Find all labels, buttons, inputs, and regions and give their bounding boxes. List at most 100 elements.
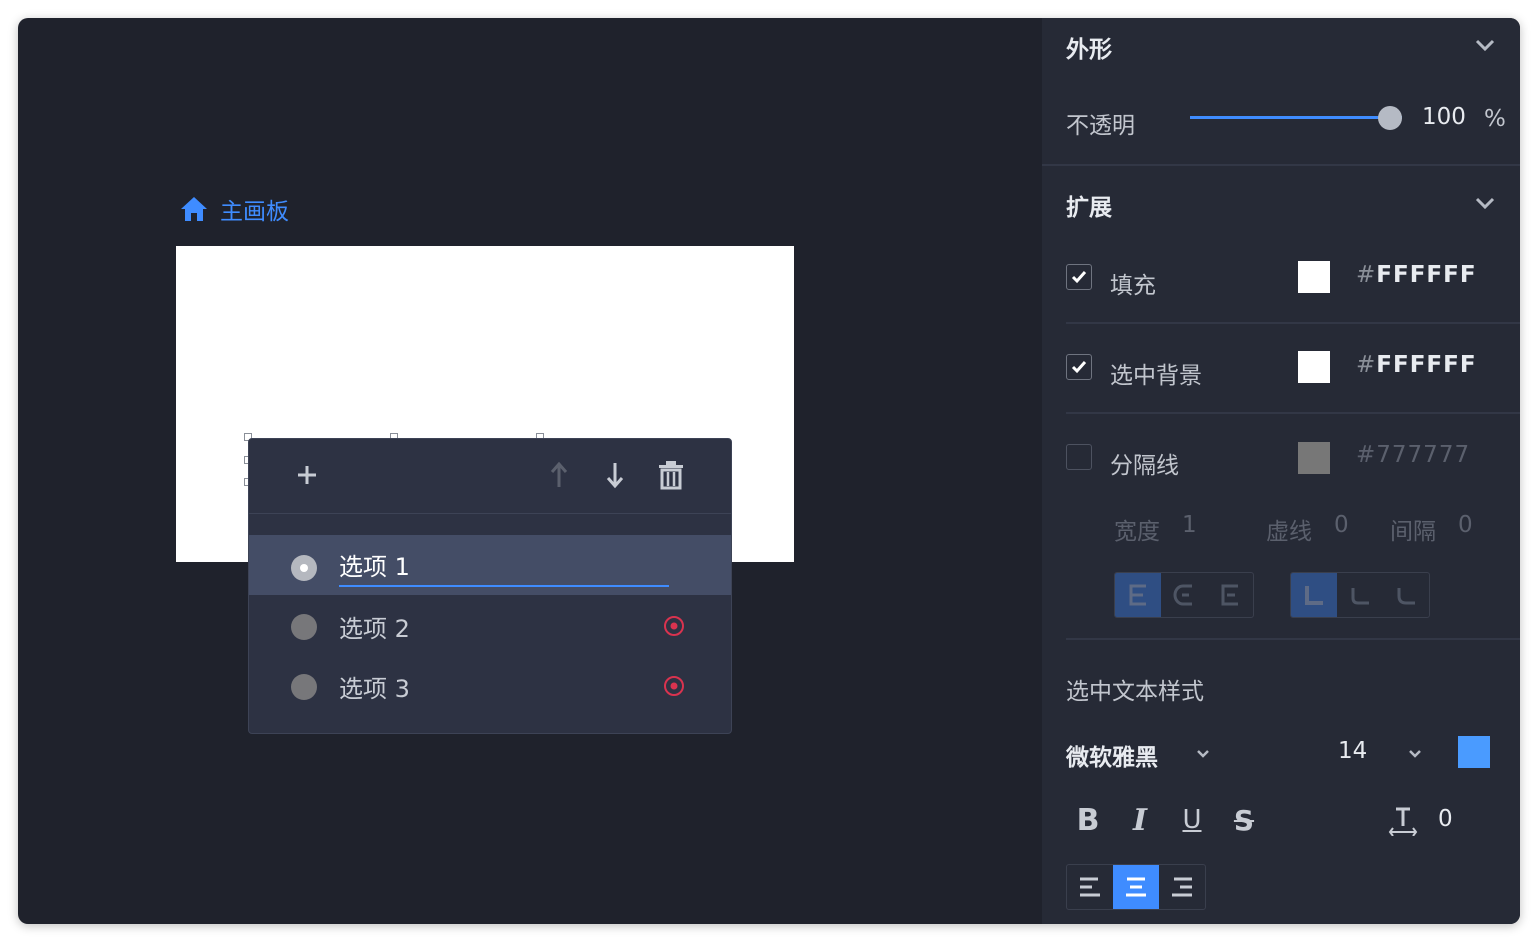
check-icon	[1071, 271, 1087, 284]
hex-hash: #	[1356, 442, 1377, 468]
chevron-down-icon[interactable]	[1196, 749, 1210, 759]
option-row[interactable]: 选项 3	[249, 657, 731, 717]
option-radio[interactable]	[291, 614, 317, 640]
edge-inset-button[interactable]	[1161, 573, 1207, 617]
option-input-underline	[339, 585, 669, 587]
fill-color-value[interactable]: #FFFFFF	[1356, 262, 1477, 288]
option-label[interactable]: 选项 3	[339, 669, 410, 704]
corner-square-button[interactable]	[1291, 573, 1337, 617]
corner-round-button[interactable]	[1337, 573, 1383, 617]
app-window: 主画板 选项 1 选项 2 选项 3 外形 不透明 100 % 扩展 填充 #F…	[18, 18, 1520, 924]
option-label-input[interactable]: 选项 1	[339, 547, 410, 582]
chevron-down-icon[interactable]	[1474, 196, 1496, 210]
text-align-group	[1066, 864, 1206, 910]
selected-bg-color-swatch[interactable]	[1298, 351, 1330, 383]
option-row[interactable]: 选项 2	[249, 597, 731, 657]
divider-gap-label: 间隔	[1390, 519, 1436, 545]
remove-option-icon[interactable]	[663, 675, 685, 697]
move-up-button[interactable]	[541, 457, 577, 493]
arrow-down-icon	[606, 463, 624, 489]
hex-digits: FFFFFF	[1376, 352, 1477, 378]
edge-full-icon	[1129, 584, 1146, 606]
hex-hash: #	[1356, 262, 1377, 288]
divider-corner-group	[1290, 572, 1430, 618]
remove-option-icon[interactable]	[663, 615, 685, 637]
chevron-down-icon[interactable]	[1474, 38, 1496, 52]
check-icon	[1071, 361, 1087, 374]
align-center-icon	[1126, 877, 1146, 897]
opacity-unit: %	[1484, 106, 1506, 132]
row-divider	[1066, 638, 1520, 640]
option-row[interactable]: 选项 1	[249, 535, 731, 595]
move-down-button[interactable]	[597, 457, 633, 493]
divider-color-value[interactable]: #777777	[1356, 442, 1470, 468]
home-icon	[181, 197, 207, 221]
plus-icon	[298, 466, 316, 484]
align-right-icon	[1172, 877, 1192, 897]
strike-label: S	[1233, 803, 1255, 837]
opacity-slider-track[interactable]	[1190, 116, 1402, 119]
chevron-down-icon[interactable]	[1408, 749, 1422, 759]
corner-rounder-icon	[1397, 588, 1415, 605]
align-right-button[interactable]	[1159, 865, 1205, 909]
divider-gap-value[interactable]: 0	[1458, 512, 1473, 538]
letter-spacing-icon[interactable]	[1388, 806, 1418, 836]
hex-hash: #	[1356, 352, 1377, 378]
edge-indent-button[interactable]	[1207, 573, 1253, 617]
opacity-label: 不透明	[1066, 113, 1135, 139]
corner-round-icon	[1351, 588, 1369, 605]
selected-bg-color-value[interactable]: #FFFFFF	[1356, 352, 1477, 378]
edge-inset-icon	[1173, 584, 1192, 606]
option-label[interactable]: 选项 2	[339, 609, 410, 644]
strikethrough-button[interactable]: S	[1224, 800, 1264, 840]
divider-width-label: 宽度	[1114, 519, 1160, 545]
text-color-swatch[interactable]	[1458, 736, 1490, 768]
underline-button[interactable]: U	[1172, 800, 1212, 840]
letter-spacing-value[interactable]: 0	[1438, 806, 1453, 832]
underline-label: U	[1182, 805, 1202, 835]
trash-icon	[659, 461, 683, 490]
selected-bg-label: 选中背景	[1110, 363, 1202, 389]
corner-square-icon	[1305, 586, 1323, 605]
option-radio[interactable]	[291, 674, 317, 700]
divider-checkbox[interactable]	[1066, 444, 1092, 470]
row-divider	[1066, 322, 1520, 324]
fill-label: 填充	[1110, 273, 1156, 299]
option-editor-toolbar	[249, 439, 731, 514]
artboard-name: 主画板	[220, 199, 289, 225]
opacity-value[interactable]: 100	[1422, 104, 1466, 130]
align-center-button[interactable]	[1113, 865, 1159, 909]
artboard-label[interactable]: 主画板	[180, 194, 289, 225]
properties-panel: 外形 不透明 100 % 扩展 填充 #FFFFFF 选中背景 #FFFFFF …	[1042, 18, 1520, 924]
row-divider	[1066, 412, 1520, 414]
fill-checkbox[interactable]	[1066, 264, 1092, 290]
align-left-icon	[1080, 877, 1100, 897]
align-left-button[interactable]	[1067, 865, 1113, 909]
fill-color-swatch[interactable]	[1298, 261, 1330, 293]
font-family-select[interactable]: 微软雅黑	[1066, 738, 1158, 772]
divider-dash-value[interactable]: 0	[1334, 512, 1349, 538]
bold-label: B	[1076, 802, 1100, 838]
divider-label: 分隔线	[1110, 453, 1179, 479]
hex-digits: FFFFFF	[1376, 262, 1477, 288]
italic-label: I	[1132, 802, 1148, 838]
edge-full-button[interactable]	[1115, 573, 1161, 617]
divider-dash-label: 虚线	[1266, 519, 1312, 545]
font-size-select[interactable]: 14	[1338, 738, 1367, 764]
divider-color-swatch[interactable]	[1298, 442, 1330, 474]
opacity-slider-thumb[interactable]	[1378, 106, 1402, 130]
edge-indent-icon	[1221, 584, 1238, 606]
section-divider	[1042, 164, 1520, 166]
bold-button[interactable]: B	[1068, 800, 1108, 840]
option-radio[interactable]	[291, 555, 317, 581]
option-label-selection: 选项 1	[339, 553, 410, 581]
selected-bg-checkbox[interactable]	[1066, 354, 1092, 380]
arrow-up-icon	[550, 461, 568, 487]
italic-button[interactable]: I	[1120, 800, 1160, 840]
extend-section-title[interactable]: 扩展	[1066, 188, 1112, 222]
add-option-button[interactable]	[289, 457, 325, 493]
appearance-section-title[interactable]: 外形	[1066, 30, 1112, 64]
divider-width-value[interactable]: 1	[1182, 512, 1197, 538]
corner-rounder-button[interactable]	[1383, 573, 1429, 617]
delete-option-button[interactable]	[653, 457, 689, 493]
